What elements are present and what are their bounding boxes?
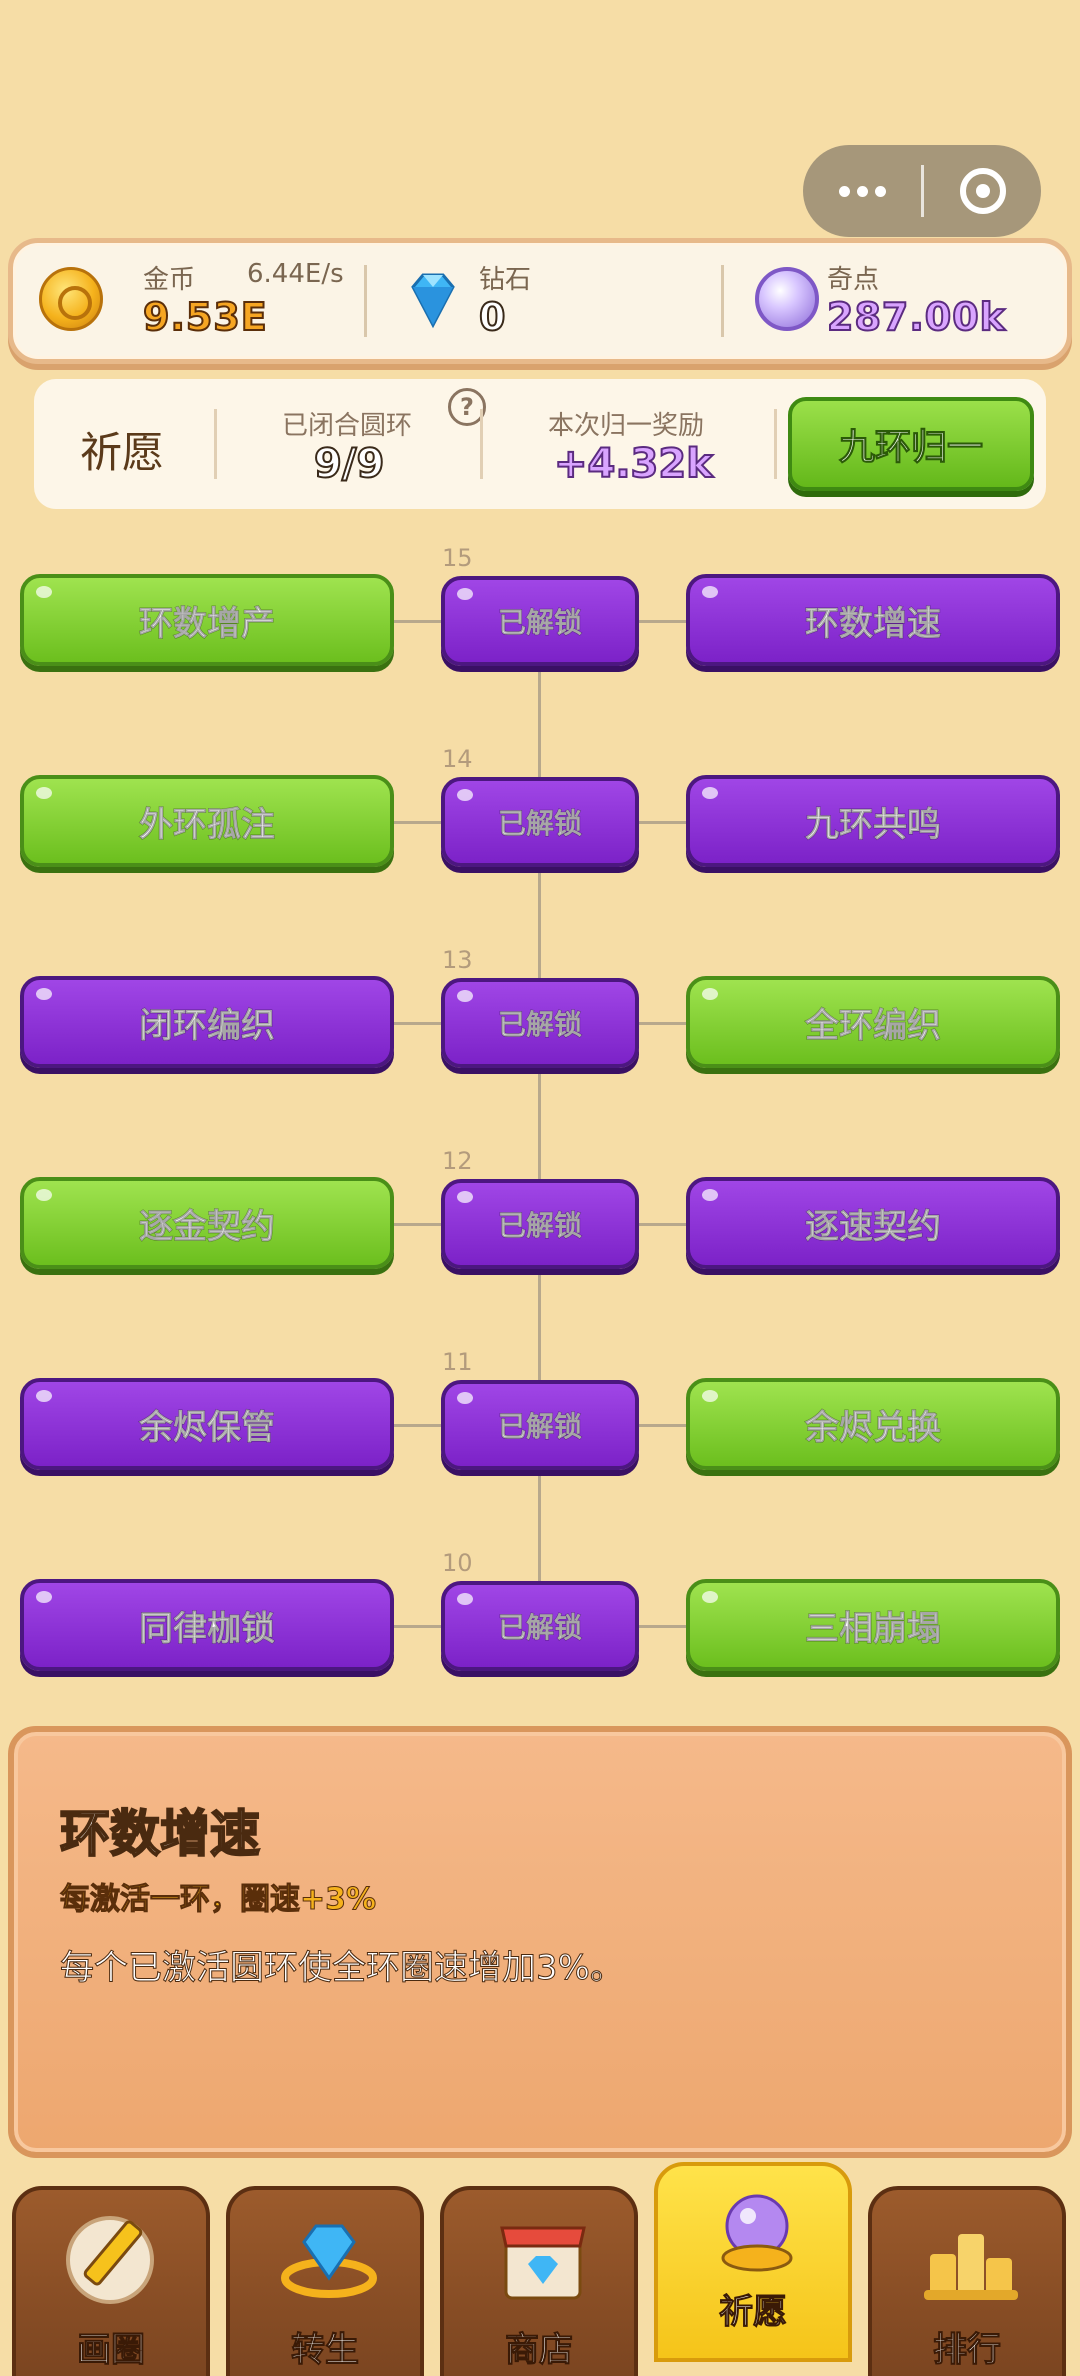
unlocked-node[interactable]: 已解锁 [441,1380,639,1470]
merge-nine-rings-button[interactable]: 九环归一 [788,397,1034,491]
resource-divider [364,265,367,337]
upgrade-node-right[interactable]: 三相崩塌 [686,1579,1060,1671]
detail-body: 每个已激活圆环使全环圈速增加3%。 [60,1948,625,1989]
detail-subtitle: 每激活一环，圈速+3% [59,1882,377,1918]
diamond-resource: 钻石 0 [401,243,701,359]
upgrade-node-left[interactable]: 环数增产 [20,574,394,666]
wonder-value: 287.00k [826,294,1006,340]
upgrade-node-right[interactable]: 逐速契约 [686,1177,1060,1269]
coin-icon [39,267,103,331]
close-miniprogram-icon[interactable] [924,145,1041,237]
upgrade-node-left[interactable]: 余烬保管 [20,1378,394,1470]
unlocked-node[interactable]: 已解锁 [441,1179,639,1269]
orb-icon [755,267,819,331]
tree-connector [638,1424,686,1427]
coin-label: 金币 [143,265,196,295]
closed-rings-value: 9/9 [313,440,385,488]
tree-level-number: 10 [442,1549,473,1577]
unlocked-node[interactable]: 已解锁 [441,978,639,1068]
diamond-value: 0 [478,294,507,340]
upgrade-node-left[interactable]: 同律枷锁 [20,1579,394,1671]
tree-connector [394,1223,442,1226]
tree-connector [638,1625,686,1628]
reward-value: +4.32k [553,440,714,488]
upgrade-node-right[interactable]: 余烬兑换 [686,1378,1060,1470]
tab-rebirth[interactable]: 转生 [226,2186,424,2376]
wish-divider [480,409,483,479]
tree-connector [394,821,442,824]
tab-draw[interactable]: 画圈 [12,2186,210,2376]
crystal-orb-icon [721,2194,793,2272]
upgrade-node-right[interactable]: 全环编织 [686,976,1060,1068]
tab-label: 转生 [291,2330,360,2371]
tree-connector [638,821,686,824]
wish-divider [774,409,777,479]
diamond-label: 钻石 [479,265,532,295]
reward-label: 本次归一奖励 [548,411,705,441]
upgrade-detail-panel: 环数增速 每激活一环，圈速+3% 每个已激活圆环使全环圈速增加3%。 [8,1726,1072,2158]
tree-level-number: 13 [442,946,473,974]
tree-level-number: 11 [442,1348,473,1376]
coin-resource: 金币 6.44E/s 9.53E [39,243,369,359]
shop-icon [500,2226,586,2300]
diamond-icon [411,273,455,329]
tree-level-number: 15 [442,544,473,572]
unlocked-node[interactable]: 已解锁 [441,1581,639,1671]
wonder-resource: 奇点 287.00k [755,243,1055,359]
wish-summary-bar: 祈愿 已闭合圆环 ? 9/9 本次归一奖励 +4.32k 九环归一 [34,379,1046,509]
tree-connector [394,1022,442,1025]
upgrade-node-right[interactable]: 九环共鸣 [686,775,1060,867]
resource-bar: 金币 6.44E/s 9.53E 钻石 0 奇点 287.00k [8,238,1072,364]
upgrade-node-left[interactable]: 闭环编织 [20,976,394,1068]
tree-connector [394,620,442,623]
tree-level-number: 14 [442,745,473,773]
tab-label: 商店 [505,2330,574,2371]
tree-connector [394,1424,442,1427]
wonder-label: 奇点 [827,265,880,295]
tab-label: 祈愿 [719,2292,788,2333]
more-menu-icon[interactable] [803,145,921,237]
coin-value: 9.53E [142,294,268,340]
miniprogram-capsule [803,145,1041,237]
coin-rate: 6.44E/s [247,259,344,289]
upgrade-node-left[interactable]: 逐金契约 [20,1177,394,1269]
tree-connector [638,620,686,623]
unlocked-node[interactable]: 已解锁 [441,777,639,867]
upgrade-node-right[interactable]: 环数增速 [686,574,1060,666]
podium-icon [924,2234,1018,2300]
tree-connector [638,1223,686,1226]
tree-level-number: 12 [442,1147,473,1175]
tree-connector [394,1625,442,1628]
upgrade-node-left[interactable]: 外环孤注 [20,775,394,867]
tab-label: 排行 [933,2330,1002,2371]
tab-shop[interactable]: 商店 [440,2186,638,2376]
tab-wish[interactable]: 祈愿 [654,2162,852,2362]
closed-rings-label: 已闭合圆环 [282,411,413,441]
detail-title: 环数增速 [59,1804,261,1864]
bottom-nav: 画圈 转生 商店 祈愿 排行 [0,2162,1080,2376]
pencil-icon [66,2216,154,2304]
wish-title: 祈愿 [80,428,165,477]
gem-ring-icon [281,2224,377,2298]
wish-divider [214,409,217,479]
resource-divider [721,265,724,337]
tab-label: 画圈 [77,2330,146,2371]
tree-connector [638,1022,686,1025]
tab-ranking[interactable]: 排行 [868,2186,1066,2376]
unlocked-node[interactable]: 已解锁 [441,576,639,666]
